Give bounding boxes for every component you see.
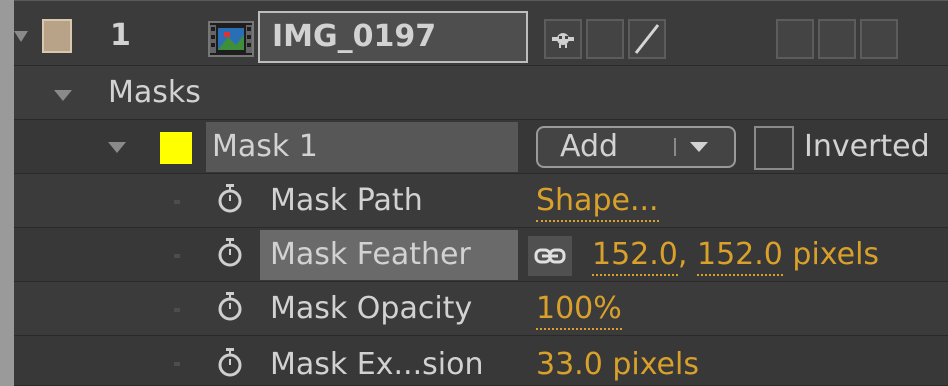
mask-expansion-value[interactable]: 33.0 pixels xyxy=(536,350,699,380)
layer-name-field[interactable]: IMG_0197 xyxy=(258,11,528,63)
inverted-checkbox[interactable] xyxy=(754,126,794,170)
mask-mode-dropdown[interactable]: Add xyxy=(536,126,736,168)
row-dot xyxy=(174,362,180,366)
mask-feather-row[interactable]: Mask Feather 152.0, 152.0 pixels xyxy=(14,228,948,282)
masks-group-label: Masks xyxy=(108,75,201,110)
mask-opacity-value-text[interactable]: 100% xyxy=(536,291,622,330)
mask-feather-label: Mask Feather xyxy=(270,237,471,272)
masks-twirl-icon[interactable] xyxy=(54,90,72,101)
mask-twirl-icon[interactable] xyxy=(108,142,126,153)
mask-path-value-text[interactable]: Shape... xyxy=(536,183,659,222)
frame-blend-switch[interactable] xyxy=(818,19,856,59)
shy-switch[interactable] xyxy=(544,19,582,59)
inverted-label: Inverted xyxy=(804,129,930,164)
effect-switch[interactable] xyxy=(776,19,814,59)
layer-row[interactable]: 1 IMG_0197 xyxy=(14,0,948,66)
mask-opacity-value[interactable]: 100% xyxy=(536,291,622,330)
mask-path-row[interactable]: Mask Path Shape... xyxy=(14,174,948,228)
mask-expansion-unit: pixels xyxy=(612,347,699,382)
row-dot xyxy=(174,254,180,258)
chevron-down-icon xyxy=(690,142,708,152)
mask-feather-unit: pixels xyxy=(792,237,880,272)
masks-group-row[interactable]: Masks xyxy=(14,66,948,120)
mask-path-label: Mask Path xyxy=(270,183,423,218)
mask-name: Mask 1 xyxy=(212,129,318,164)
stopwatch-icon[interactable] xyxy=(218,184,242,218)
timeline-layer-panel: 1 IMG_0197 Masks Mask 1 Add Inverted Mas… xyxy=(14,0,948,386)
mask-feather-x[interactable]: 152.0 xyxy=(592,237,678,276)
mask-opacity-row[interactable]: Mask Opacity 100% xyxy=(14,282,948,336)
layer-label-color-swatch[interactable] xyxy=(42,19,72,53)
quality-switch[interactable] xyxy=(628,19,666,59)
row-dot xyxy=(174,308,180,312)
mask-row[interactable]: Mask 1 Add Inverted xyxy=(14,120,948,174)
mask-feather-y[interactable]: 152.0 xyxy=(696,237,783,276)
mask-feather-value[interactable]: 152.0, 152.0 pixels xyxy=(592,237,880,276)
mask-expansion-value-number[interactable]: 33.0 xyxy=(536,347,603,382)
stopwatch-icon[interactable] xyxy=(218,238,242,272)
mask-mode-value: Add xyxy=(560,129,619,164)
dropdown-divider xyxy=(674,138,676,156)
layer-twirl-icon[interactable] xyxy=(14,31,28,42)
footage-icon xyxy=(208,21,254,57)
motion-blur-switch[interactable] xyxy=(860,19,898,59)
stopwatch-icon[interactable] xyxy=(218,348,242,382)
mask-feather-separator: , xyxy=(677,237,688,272)
layer-number: 1 xyxy=(110,18,131,53)
mask-color-swatch[interactable] xyxy=(160,132,192,164)
mask-expansion-label: Mask Ex...sion xyxy=(270,347,484,382)
collapse-switch[interactable] xyxy=(586,19,624,59)
mask-opacity-label: Mask Opacity xyxy=(270,291,473,326)
constrain-proportions-icon[interactable] xyxy=(528,236,572,276)
stopwatch-icon[interactable] xyxy=(218,292,242,326)
mask-path-value[interactable]: Shape... xyxy=(536,183,659,222)
layer-name: IMG_0197 xyxy=(272,19,437,54)
mask-expansion-row[interactable]: Mask Ex...sion 33.0 pixels xyxy=(14,336,948,386)
row-dot xyxy=(174,200,180,204)
